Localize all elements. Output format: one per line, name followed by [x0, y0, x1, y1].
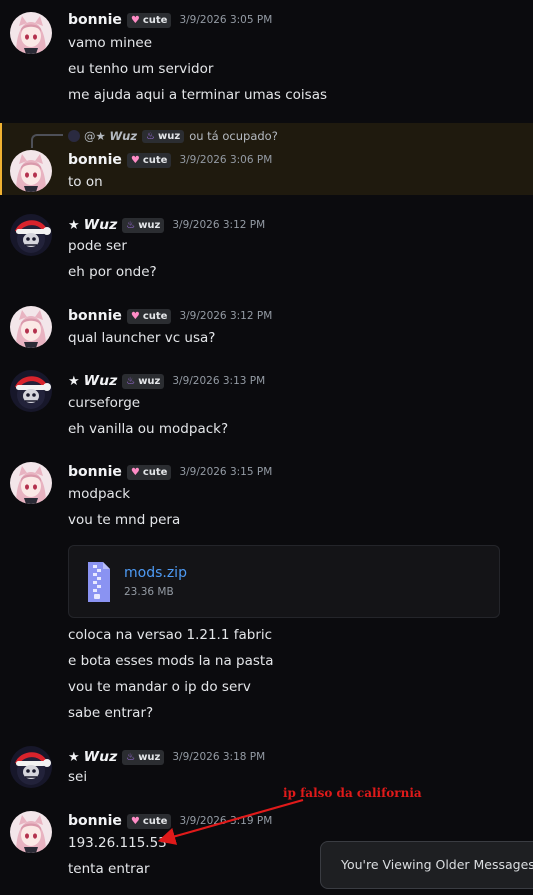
guild-tag[interactable]: ♨ wuz	[122, 217, 165, 233]
message-text: eu tenho um servidor	[68, 61, 214, 77]
message-header: ★ 𝙒𝙪𝙯 ♨ wuz 3/9/2026 3:18 PM	[68, 747, 265, 767]
username[interactable]: bonnie	[68, 12, 122, 28]
avatar[interactable]	[10, 462, 52, 504]
timestamp: 3/9/2026 3:12 PM	[179, 310, 273, 322]
heart-icon: ♥	[130, 815, 140, 827]
heart-icon: ♥	[130, 14, 140, 26]
star-icon: ★	[68, 217, 80, 233]
username[interactable]: 𝙒𝙪𝙯	[84, 217, 118, 233]
message-text: coloca na versao 1.21.1 fabric	[68, 627, 273, 643]
annotation-label: ip falso da california	[283, 786, 422, 800]
message-header: bonnie ♥ cute 3/9/2026 3:12 PM	[68, 306, 272, 326]
message-text: me ajuda aqui a terminar umas coisas	[68, 87, 328, 103]
timestamp: 3/9/2026 3:05 PM	[179, 14, 273, 26]
star-icon: ★	[68, 373, 80, 389]
message-text: vamo minee	[68, 35, 153, 51]
message-text: tenta entrar	[68, 861, 150, 877]
username[interactable]: 𝙒𝙪𝙯	[84, 749, 118, 765]
guild-tag[interactable]: ♥ cute	[126, 464, 172, 480]
guild-tag[interactable]: ♨ wuz	[122, 749, 165, 765]
username[interactable]: bonnie	[68, 308, 122, 324]
avatar[interactable]	[10, 306, 52, 348]
flame-icon: ♨	[146, 130, 155, 142]
message-text: curseforge	[68, 395, 141, 411]
avatar[interactable]	[10, 12, 52, 54]
message-text: to on	[68, 174, 103, 190]
flame-icon: ♨	[126, 751, 136, 763]
avatar[interactable]	[10, 150, 52, 192]
message-header: bonnie ♥ cute 3/9/2026 3:05 PM	[68, 10, 272, 30]
guild-tag[interactable]: ♥ cute	[126, 813, 172, 829]
zip-file-icon	[88, 562, 110, 602]
avatar[interactable]	[10, 214, 52, 256]
guild-tag[interactable]: ♥ cute	[126, 152, 172, 168]
message-text: modpack	[68, 486, 131, 502]
flame-icon: ♨	[126, 219, 136, 231]
message-text: qual launcher vc usa?	[68, 330, 216, 346]
attachment-filename[interactable]: mods.zip	[124, 565, 187, 581]
star-icon: ★	[68, 749, 80, 765]
message-text: sabe entrar?	[68, 705, 154, 721]
flame-icon: ♨	[126, 375, 136, 387]
message-header: bonnie ♥ cute 3/9/2026 3:15 PM	[68, 462, 272, 482]
message-header: bonnie ♥ cute 3/9/2026 3:19 PM	[68, 811, 272, 831]
heart-icon: ♥	[130, 466, 140, 478]
username[interactable]: bonnie	[68, 813, 122, 829]
message-text: eh vanilla ou modpack?	[68, 421, 229, 437]
attachment-size: 23.36 MB	[124, 586, 174, 598]
username[interactable]: bonnie	[68, 152, 122, 168]
reply-mention[interactable]: @★ 𝙒𝙪𝙯	[84, 129, 137, 143]
guild-tag[interactable]: ♥ cute	[126, 12, 172, 28]
username[interactable]: bonnie	[68, 464, 122, 480]
message-text: eh por onde?	[68, 264, 157, 280]
timestamp: 3/9/2026 3:18 PM	[172, 751, 266, 763]
guild-tag[interactable]: ♨ wuz	[122, 373, 165, 389]
reply-text: ou tá ocupado?	[189, 129, 278, 143]
message-header: ★ 𝙒𝙪𝙯 ♨ wuz 3/9/2026 3:12 PM	[68, 215, 265, 235]
avatar[interactable]	[10, 811, 52, 853]
reply-preview[interactable]: @★ 𝙒𝙪𝙯 ♨ wuz ou tá ocupado?	[68, 128, 278, 144]
timestamp: 3/9/2026 3:12 PM	[172, 219, 266, 231]
older-messages-toast[interactable]: You're Viewing Older Messages	[320, 841, 533, 889]
heart-icon: ♥	[130, 154, 140, 166]
reply-avatar	[68, 130, 80, 142]
timestamp: 3/9/2026 3:19 PM	[179, 815, 273, 827]
username[interactable]: 𝙒𝙪𝙯	[84, 373, 118, 389]
message-text: vou te mandar o ip do serv	[68, 679, 251, 695]
message-header: bonnie ♥ cute 3/9/2026 3:06 PM	[68, 150, 272, 170]
message-header: ★ 𝙒𝙪𝙯 ♨ wuz 3/9/2026 3:13 PM	[68, 371, 265, 391]
message-text: 193.26.115.53	[68, 835, 167, 851]
timestamp: 3/9/2026 3:13 PM	[172, 375, 266, 387]
file-attachment[interactable]: mods.zip 23.36 MB	[68, 545, 500, 618]
message-text: e bota esses mods la na pasta	[68, 653, 274, 669]
message-text: vou te mnd pera	[68, 512, 181, 528]
avatar[interactable]	[10, 746, 52, 788]
guild-tag[interactable]: ♥ cute	[126, 308, 172, 324]
message-text: pode ser	[68, 238, 127, 254]
guild-tag: ♨ wuz	[142, 129, 185, 143]
timestamp: 3/9/2026 3:15 PM	[179, 466, 273, 478]
reply-connector	[31, 134, 63, 148]
heart-icon: ♥	[130, 310, 140, 322]
avatar[interactable]	[10, 370, 52, 412]
timestamp: 3/9/2026 3:06 PM	[179, 154, 273, 166]
message-text: sei	[68, 769, 88, 785]
